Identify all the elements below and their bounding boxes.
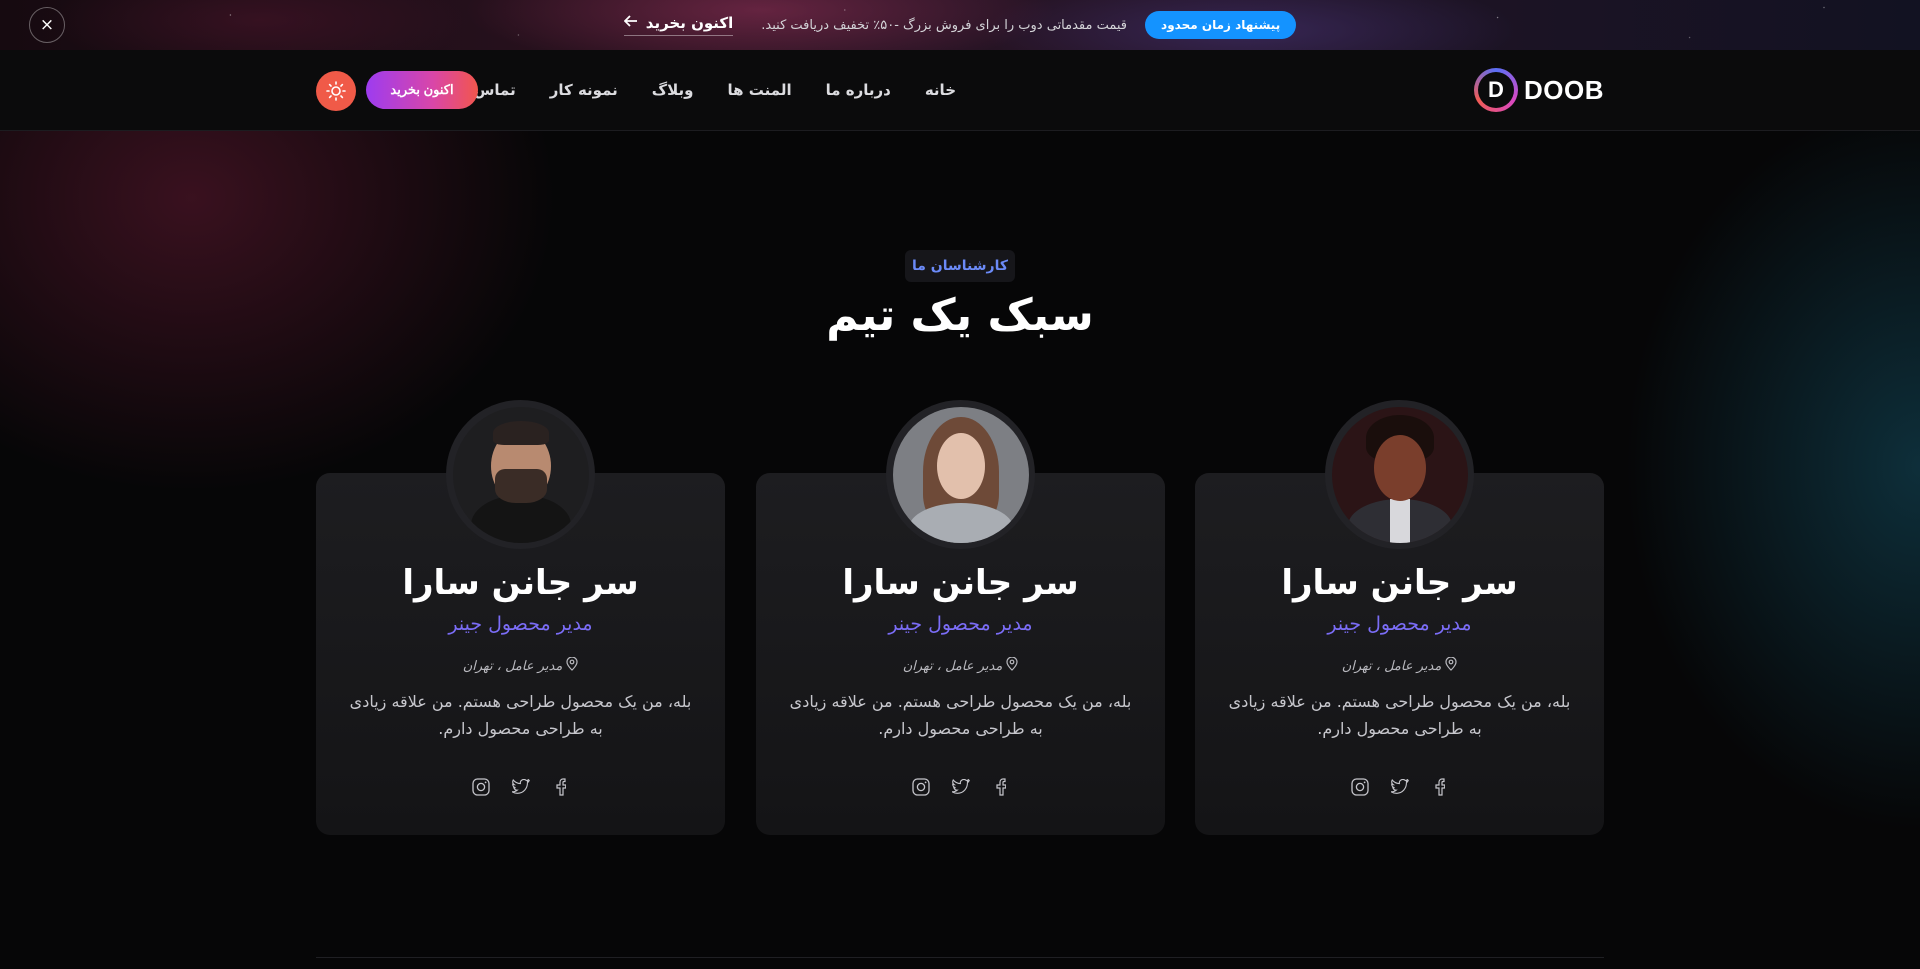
nav-item-about[interactable]: درباره ما xyxy=(826,81,891,99)
buy-now-button[interactable]: اکنون بخرید xyxy=(366,71,478,109)
member-location: مدیر عامل ، تهران xyxy=(756,656,1165,675)
logo[interactable]: D DOOB xyxy=(1474,68,1604,112)
member-name: سر جانن سارا xyxy=(402,563,639,603)
member-role: مدیر محصول جینر xyxy=(1327,613,1472,635)
member-location-text: مدیر عامل ، تهران xyxy=(1341,658,1442,674)
avatar-photo xyxy=(1331,406,1468,543)
avatar xyxy=(1325,400,1474,549)
member-name: سر جانن سارا xyxy=(842,563,1079,603)
nav-item-elements[interactable]: المنت ها xyxy=(728,81,792,99)
promo-bar: × پیشنهاد زمان محدود قیمت مقدماتی دوب را… xyxy=(0,0,1920,50)
promo-text: قیمت مقدماتی دوب را برای فروش بزرگ -۵۰٪ … xyxy=(761,17,1128,33)
social-links xyxy=(756,778,1165,796)
twitter-icon[interactable] xyxy=(511,778,530,796)
twitter-icon[interactable] xyxy=(1390,778,1409,796)
member-description: بله، من یک محصول طراحی هستم. من علاقه زی… xyxy=(789,692,1132,738)
member-name: سر جانن سارا xyxy=(1281,563,1518,603)
instagram-icon[interactable] xyxy=(471,778,490,796)
instagram-icon[interactable] xyxy=(911,778,930,796)
member-location: مدیر عامل ، تهران xyxy=(316,656,725,675)
member-role: مدیر محصول جینر xyxy=(448,613,593,635)
sun-icon[interactable] xyxy=(316,71,356,111)
social-links xyxy=(316,778,725,796)
avatar xyxy=(446,400,595,549)
facebook-icon[interactable] xyxy=(552,778,570,796)
nav-item-blog[interactable]: وبلاگ xyxy=(652,81,694,99)
member-role: مدیر محصول جینر xyxy=(888,613,1033,635)
member-location-text: مدیر عامل ، تهران xyxy=(902,658,1003,674)
map-pin-icon xyxy=(1006,656,1018,675)
member-location: مدیر عامل ، تهران xyxy=(1195,656,1604,675)
section-title: سبک یک تیم xyxy=(826,290,1094,341)
avatar-photo xyxy=(452,406,589,543)
promo-buy-link[interactable]: اکنون بخرید xyxy=(623,14,734,36)
team-card: سر جانن سارا مدیر محصول جینر مدیر عامل ،… xyxy=(756,400,1165,835)
nav-item-home[interactable]: خانه xyxy=(925,81,956,99)
team-card: سر جانن سارا مدیر محصول جینر مدیر عامل ،… xyxy=(316,400,725,835)
facebook-icon[interactable] xyxy=(992,778,1010,796)
section-divider xyxy=(316,957,1604,958)
member-location-text: مدیر عامل ، تهران xyxy=(462,658,563,674)
member-description: بله، من یک محصول طراحی هستم. من علاقه زی… xyxy=(349,692,692,738)
map-pin-icon xyxy=(566,656,578,675)
logo-letter: D xyxy=(1478,72,1514,108)
promo-content: پیشنهاد زمان محدود قیمت مقدماتی دوب را ب… xyxy=(0,0,1920,50)
facebook-icon[interactable] xyxy=(1431,778,1449,796)
map-pin-icon xyxy=(1445,656,1457,675)
member-description: بله، من یک محصول طراحی هستم. من علاقه زی… xyxy=(1228,692,1571,738)
site-header: D DOOB خانه درباره ما المنت ها وبلاگ نمو… xyxy=(0,50,1920,131)
social-links xyxy=(1195,778,1604,796)
instagram-icon[interactable] xyxy=(1350,778,1369,796)
avatar xyxy=(886,400,1035,549)
logo-text: DOOB xyxy=(1524,74,1604,105)
twitter-icon[interactable] xyxy=(951,778,970,796)
nav-item-contact[interactable]: تماس xyxy=(474,81,516,99)
section-tag: کارشناسان ما xyxy=(905,250,1015,282)
logo-mark-icon: D xyxy=(1474,68,1518,112)
nav-item-portfolio[interactable]: نمونه کار xyxy=(550,81,618,99)
arrow-left-icon xyxy=(623,15,638,31)
promo-buy-link-label: اکنون بخرید xyxy=(645,14,734,32)
avatar-photo xyxy=(892,406,1029,543)
team-card: سر جانن سارا مدیر محصول جینر مدیر عامل ،… xyxy=(1195,400,1604,835)
main-nav: خانه درباره ما المنت ها وبلاگ نمونه کار … xyxy=(474,50,956,130)
limited-offer-badge[interactable]: پیشنهاد زمان محدود xyxy=(1145,11,1297,39)
